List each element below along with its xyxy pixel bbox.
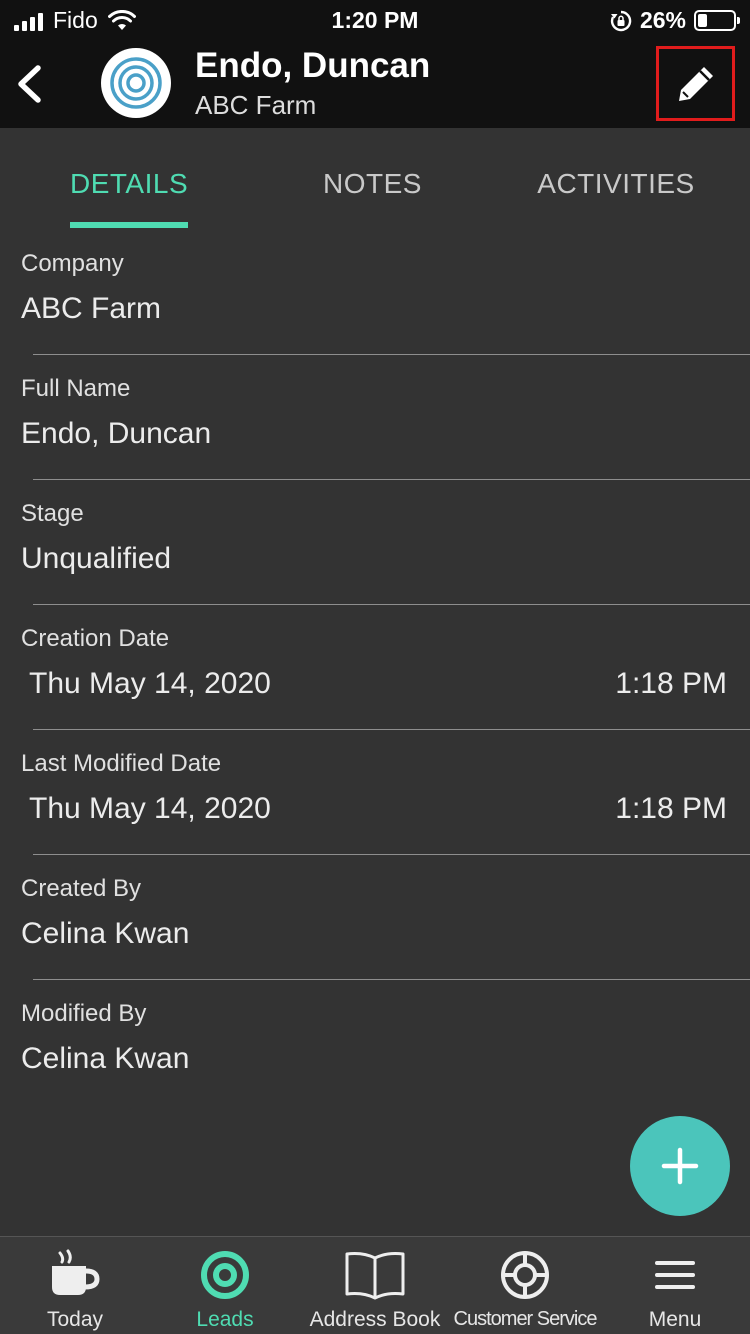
back-button[interactable] xyxy=(10,54,56,114)
hamburger-menu-icon xyxy=(600,1249,750,1301)
nav-label: Today xyxy=(46,1308,104,1331)
field-label: Stage xyxy=(21,500,84,527)
nav-menu[interactable]: Menu xyxy=(600,1237,750,1334)
edit-button[interactable] xyxy=(656,46,735,121)
pencil-icon xyxy=(678,66,713,101)
coffee-cup-icon xyxy=(0,1249,150,1301)
tab-notes[interactable]: NOTES xyxy=(300,168,445,200)
field-stage: Stage Unqualified xyxy=(0,480,750,605)
nav-label: Leads xyxy=(196,1308,254,1331)
field-value: Endo, Duncan xyxy=(21,417,212,450)
field-value: Unqualified xyxy=(21,542,172,575)
field-date-value: Thu May 14, 2020 xyxy=(29,792,271,825)
field-company: Company ABC Farm xyxy=(0,230,750,355)
nav-leads[interactable]: Leads xyxy=(150,1237,300,1334)
tab-activities[interactable]: ACTIVITIES xyxy=(530,168,702,200)
battery-percent: 26% xyxy=(639,7,686,33)
status-bar: Fido 1:20 PM 26% xyxy=(0,0,750,40)
field-value: ABC Farm xyxy=(21,292,162,325)
plus-icon xyxy=(661,1147,699,1185)
page-subtitle: ABC Farm xyxy=(195,90,317,120)
field-creation-date: Creation Date Thu May 14, 2020 1:18 PM xyxy=(0,605,750,730)
status-right: 26% xyxy=(610,7,740,34)
field-last-modified-date: Last Modified Date Thu May 14, 2020 1:18… xyxy=(0,730,750,855)
chevron-left-icon xyxy=(18,65,41,103)
nav-today[interactable]: Today xyxy=(0,1237,150,1334)
target-icon xyxy=(110,57,162,109)
page-title: Endo, Duncan xyxy=(195,46,431,85)
field-date-value: Thu May 14, 2020 xyxy=(29,667,271,700)
field-full-name: Full Name Endo, Duncan xyxy=(0,355,750,480)
field-time-value: 1:18 PM xyxy=(615,667,727,700)
field-label: Creation Date xyxy=(21,625,170,652)
nav-customer-service[interactable]: Customer Service xyxy=(450,1237,600,1334)
target-icon xyxy=(150,1249,300,1301)
open-book-icon xyxy=(300,1249,450,1301)
details-list: Company ABC Farm Full Name Endo, Duncan … xyxy=(0,230,750,1105)
field-label: Company xyxy=(21,250,124,277)
nav-label: Menu xyxy=(648,1308,702,1331)
field-label: Full Name xyxy=(21,375,131,402)
tab-details[interactable]: DETAILS xyxy=(70,168,188,200)
nav-label: Customer Service xyxy=(453,1308,598,1330)
avatar xyxy=(101,48,171,118)
lead-detail-screen: Fido 1:20 PM 26% Endo, Duncan ABC Farm D… xyxy=(0,0,750,1334)
battery-icon xyxy=(694,10,740,31)
field-created-by: Created By Celina Kwan xyxy=(0,855,750,980)
field-label: Last Modified Date xyxy=(21,750,222,777)
field-label: Modified By xyxy=(21,1000,147,1027)
add-button[interactable] xyxy=(630,1116,730,1216)
rotation-lock-icon xyxy=(610,10,632,32)
nav-label: Address Book xyxy=(309,1308,441,1331)
field-modified-by: Modified By Celina Kwan xyxy=(0,980,750,1105)
lifebuoy-icon xyxy=(450,1249,600,1301)
nav-address-book[interactable]: Address Book xyxy=(300,1237,450,1334)
field-value: Celina Kwan xyxy=(21,1042,190,1075)
field-time-value: 1:18 PM xyxy=(615,792,727,825)
header: Endo, Duncan ABC Farm xyxy=(0,40,750,128)
field-label: Created By xyxy=(21,875,142,902)
bottom-nav: Today Leads Address Book Customer Servic… xyxy=(0,1236,750,1334)
battery-level-fill xyxy=(698,14,707,27)
active-tab-indicator xyxy=(70,222,188,228)
field-value: Celina Kwan xyxy=(21,917,190,950)
tab-bar: DETAILS NOTES ACTIVITIES xyxy=(0,128,750,230)
